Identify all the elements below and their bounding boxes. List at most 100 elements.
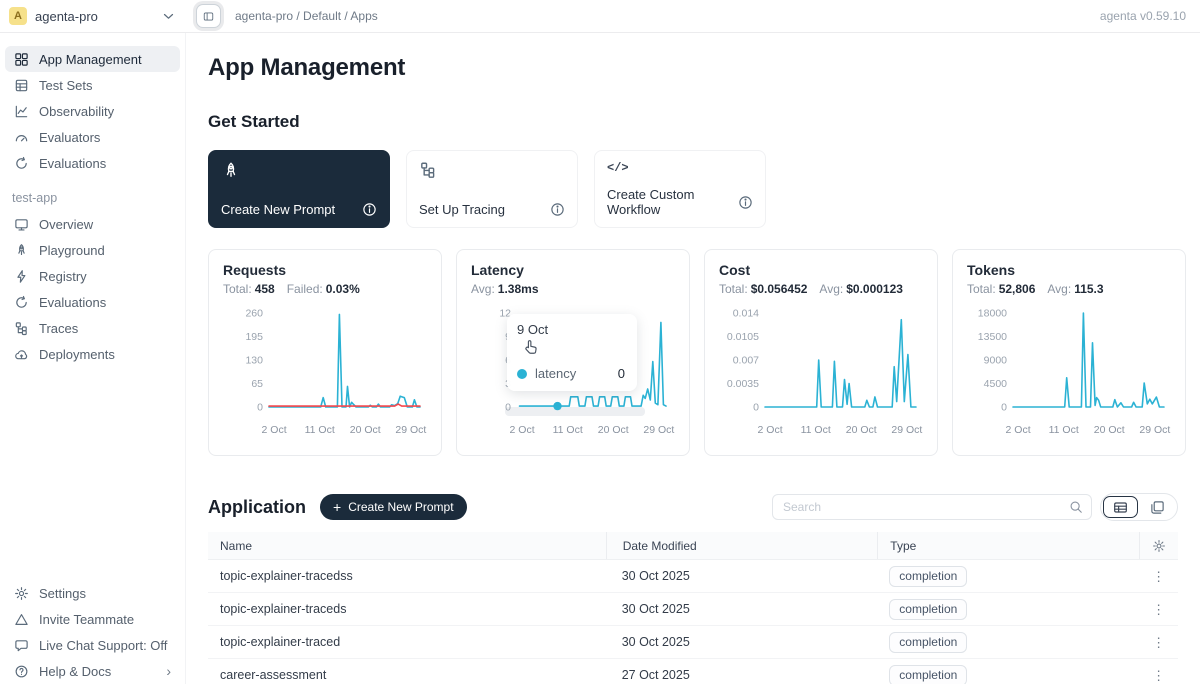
create-custom-workflow-card[interactable]: </> Create Custom Workflow <box>594 150 766 228</box>
sidebar-item-deployments[interactable]: Deployments <box>5 341 180 367</box>
sidebar-item-observability[interactable]: Observability <box>5 98 180 124</box>
info-icon[interactable] <box>550 202 565 217</box>
gauge-icon <box>14 130 29 145</box>
sidebar-item-evaluations[interactable]: Evaluations <box>5 150 180 176</box>
chart-title: Tokens <box>967 262 1171 278</box>
sidebar-item-live-chat-support[interactable]: Live Chat Support: Off <box>5 632 180 658</box>
sidebar-item-app-evaluations[interactable]: Evaluations <box>5 289 180 315</box>
breadcrumb[interactable]: agenta-pro / Default / Apps <box>235 9 378 23</box>
circular-arrow-icon <box>14 295 29 310</box>
svg-text:2 Oct: 2 Oct <box>758 424 783 436</box>
sidebar-item-label: Evaluations <box>39 295 106 310</box>
svg-text:13500: 13500 <box>978 331 1007 343</box>
app-version: agenta v0.59.10 <box>1100 9 1200 23</box>
chevron-down-icon <box>163 13 174 20</box>
svg-text:0: 0 <box>753 402 759 414</box>
sidebar-item-label: Live Chat Support: Off <box>39 638 167 653</box>
svg-text:29 Oct: 29 Oct <box>1139 424 1170 436</box>
row-menu-button[interactable]: ⋮ <box>1146 634 1171 651</box>
column-header-name: Name <box>208 532 606 559</box>
sidebar-item-label: Registry <box>39 269 87 284</box>
stat-failed: Failed:0.03% <box>287 282 360 296</box>
app-date-modified: 30 Oct 2025 <box>606 635 878 649</box>
chat-bubble-icon <box>14 638 29 653</box>
table-row[interactable]: topic-explainer-traceds 30 Oct 2025 comp… <box>208 593 1178 626</box>
card-view-button[interactable] <box>1140 496 1175 518</box>
create-new-prompt-card[interactable]: Create New Prompt <box>208 150 390 228</box>
svg-text:195: 195 <box>245 331 263 343</box>
sidebar-item-playground[interactable]: Playground <box>5 237 180 263</box>
cost-chart[interactable]: 00.00350.0070.01050.0142 Oct11 Oct20 Oct… <box>719 301 923 441</box>
table-row[interactable]: topic-explainer-tracedss 30 Oct 2025 com… <box>208 560 1178 593</box>
code-icon: </> <box>607 161 753 175</box>
svg-text:9000: 9000 <box>984 355 1008 367</box>
row-menu-button[interactable]: ⋮ <box>1146 601 1171 618</box>
sidebar-item-label: Traces <box>39 321 78 336</box>
tooltip-series-label: latency <box>535 366 576 381</box>
app-date-modified: 27 Oct 2025 <box>606 668 878 682</box>
card-label: Create Custom Workflow <box>607 187 738 217</box>
gear-icon <box>14 586 29 601</box>
rocket-icon <box>14 243 29 258</box>
chart-tooltip: 9 Oct latency 0 <box>507 314 637 391</box>
triangle-icon <box>14 612 29 627</box>
sidebar-item-label: Evaluations <box>39 156 106 171</box>
table-view-button[interactable] <box>1103 496 1138 518</box>
sidebar-item-traces[interactable]: Traces <box>5 315 180 341</box>
line-chart-icon <box>14 104 29 119</box>
tooltip-value: 0 <box>618 366 627 381</box>
lightning-icon <box>14 269 29 284</box>
table-row[interactable]: career-assessment 27 Oct 2025 completion… <box>208 659 1178 684</box>
requests-chart[interactable]: 0651301952602 Oct11 Oct20 Oct29 Oct <box>223 301 427 441</box>
row-menu-button[interactable]: ⋮ <box>1146 667 1171 684</box>
sidebar-item-invite-teammate[interactable]: Invite Teammate <box>5 606 180 632</box>
app-name: career-assessment <box>208 668 606 682</box>
svg-text:4500: 4500 <box>984 378 1008 390</box>
stat-avg: Avg:1.38ms <box>471 282 539 296</box>
application-table: Name Date Modified Type topic-explainer-… <box>208 532 1178 684</box>
search-input[interactable] <box>781 499 1069 515</box>
sidebar-item-test-sets[interactable]: Test Sets <box>5 72 180 98</box>
info-icon[interactable] <box>362 202 377 217</box>
svg-text:20 Oct: 20 Oct <box>598 424 629 436</box>
set-up-tracing-card[interactable]: Set Up Tracing <box>406 150 578 228</box>
app-name: topic-explainer-traced <box>208 635 606 649</box>
row-menu-button[interactable]: ⋮ <box>1146 568 1171 585</box>
sidebar-item-label: Overview <box>39 217 93 232</box>
application-heading: Application <box>208 497 306 518</box>
card-label: Set Up Tracing <box>419 202 505 217</box>
svg-text:29 Oct: 29 Oct <box>643 424 674 436</box>
search-icon[interactable] <box>1069 500 1083 514</box>
create-new-prompt-button[interactable]: + Create New Prompt <box>320 494 467 520</box>
application-header: Application + Create New Prompt <box>208 493 1178 521</box>
stat-total: Total:458 <box>223 282 275 296</box>
sidebar-item-evaluators[interactable]: Evaluators <box>5 124 180 150</box>
sidebar-item-label: Evaluators <box>39 130 100 145</box>
question-circle-icon <box>14 664 29 679</box>
sidebar-item-overview[interactable]: Overview <box>5 211 180 237</box>
svg-text:11 Oct: 11 Oct <box>801 424 831 436</box>
sidebar-section-label: test-app <box>12 191 185 205</box>
sidebar-item-label: App Management <box>39 52 142 67</box>
svg-text:65: 65 <box>251 378 263 390</box>
sidebar-item-help-docs[interactable]: Help & Docs › <box>5 658 180 684</box>
tracing-icon <box>419 161 565 179</box>
card-label: Create New Prompt <box>221 202 335 217</box>
workspace-selector[interactable]: A agenta-pro <box>0 7 186 25</box>
table-row[interactable]: topic-explainer-traced 30 Oct 2025 compl… <box>208 626 1178 659</box>
type-badge: completion <box>889 632 967 653</box>
table-icon <box>14 78 29 93</box>
sidebar-item-label: Test Sets <box>39 78 92 93</box>
table-settings-gear-icon[interactable] <box>1152 539 1166 553</box>
app-date-modified: 30 Oct 2025 <box>606 569 878 583</box>
sidebar-item-app-management[interactable]: App Management <box>5 46 180 72</box>
type-badge: completion <box>889 566 967 587</box>
tooltip-series-row: latency 0 <box>517 366 627 381</box>
tokens-chart[interactable]: 04500900013500180002 Oct11 Oct20 Oct29 O… <box>967 301 1171 441</box>
sidebar-collapse-button[interactable] <box>196 4 221 28</box>
sidebar-item-registry[interactable]: Registry <box>5 263 180 289</box>
chevron-right-icon: › <box>166 663 171 679</box>
sidebar-item-settings[interactable]: Settings <box>5 580 180 606</box>
stats-cards: Requests Total:458 Failed:0.03% 06513019… <box>208 249 1178 456</box>
info-icon[interactable] <box>738 195 753 210</box>
